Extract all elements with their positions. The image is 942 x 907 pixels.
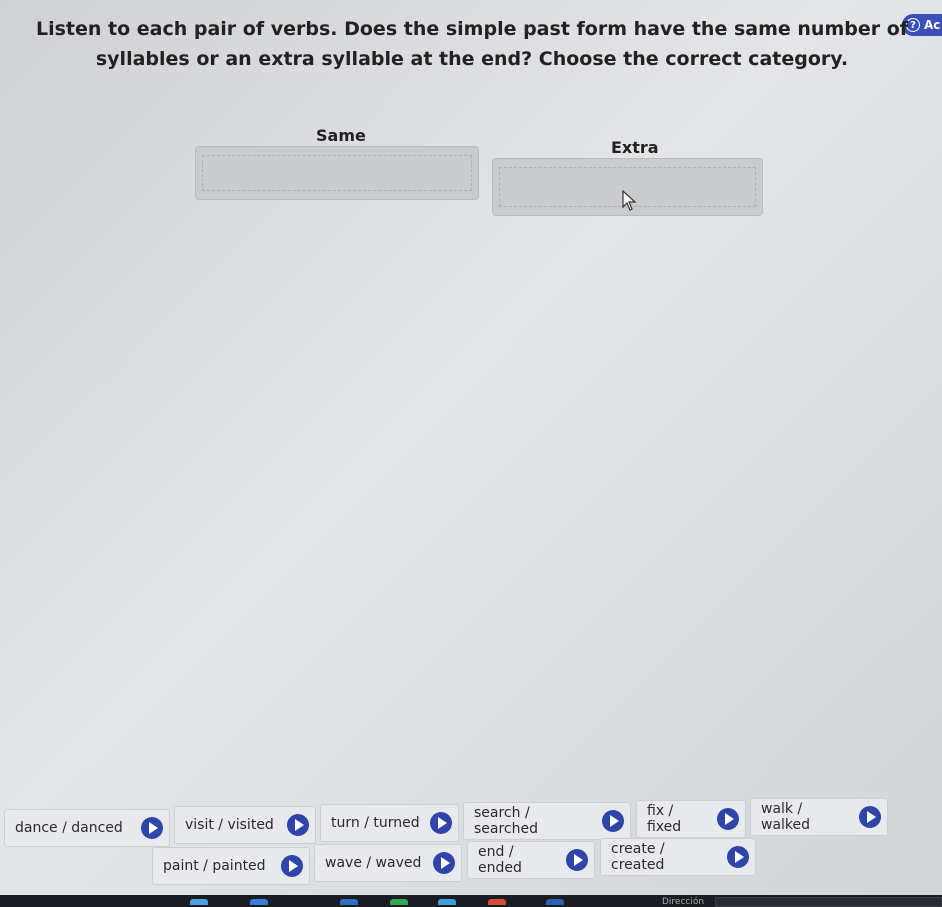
taskbar-app-icon[interactable] <box>190 899 208 905</box>
mouse-pointer-icon <box>622 190 637 211</box>
play-audio-icon[interactable] <box>727 846 749 868</box>
play-audio-icon[interactable] <box>287 814 309 836</box>
card-label: end / ended <box>478 844 522 876</box>
play-audio-icon[interactable] <box>859 806 881 828</box>
drop-zone-same[interactable] <box>195 146 479 200</box>
address-label: Dirección <box>662 897 705 907</box>
category-label-extra: Extra <box>611 138 659 157</box>
taskbar-app-icon[interactable] <box>488 899 506 905</box>
address-input[interactable] <box>715 897 942 907</box>
card-label: turn / turned <box>331 815 420 831</box>
play-audio-icon[interactable] <box>430 812 452 834</box>
activity-screen: ? Ac Listen to each pair of verbs. Does … <box>0 0 942 907</box>
verb-card-visit[interactable]: visit / visited <box>174 806 316 844</box>
verb-card-turn[interactable]: turn / turned <box>320 804 459 842</box>
card-label: walk / walked <box>761 801 811 833</box>
play-audio-icon[interactable] <box>141 817 163 839</box>
taskbar-app-icon[interactable] <box>340 899 358 905</box>
verb-card-paint[interactable]: paint / painted <box>152 847 310 885</box>
taskbar-app-icon[interactable] <box>438 899 456 905</box>
verb-card-create[interactable]: create / created <box>600 838 756 876</box>
verb-card-dance[interactable]: dance / danced <box>4 809 170 847</box>
verb-card-walk[interactable]: walk / walked <box>750 798 888 836</box>
card-label: paint / painted <box>163 858 266 874</box>
play-audio-icon[interactable] <box>281 855 303 877</box>
taskbar: Dirección <box>0 895 942 907</box>
play-audio-icon[interactable] <box>566 849 588 871</box>
verb-card-fix[interactable]: fix / fixed <box>636 800 746 838</box>
card-label: create / created <box>611 841 665 873</box>
card-label: search / searched <box>474 805 539 837</box>
play-audio-icon[interactable] <box>433 852 455 874</box>
verb-card-search[interactable]: search / searched <box>463 802 631 840</box>
play-audio-icon[interactable] <box>602 810 624 832</box>
taskbar-app-icon[interactable] <box>250 899 268 905</box>
verb-card-end[interactable]: end / ended <box>467 841 595 879</box>
play-audio-icon[interactable] <box>717 808 739 830</box>
card-label: wave / waved <box>325 855 422 871</box>
card-label: fix / fixed <box>647 803 682 835</box>
drop-zone-same-outline <box>202 155 472 191</box>
verb-card-wave[interactable]: wave / waved <box>314 844 462 882</box>
card-label: dance / danced <box>15 820 123 836</box>
taskbar-app-icon[interactable] <box>390 899 408 905</box>
taskbar-app-icon[interactable] <box>546 899 564 905</box>
instructions: Listen to each pair of verbs. Does the s… <box>35 18 909 70</box>
card-label: visit / visited <box>185 817 274 833</box>
category-label-same: Same <box>316 126 366 145</box>
